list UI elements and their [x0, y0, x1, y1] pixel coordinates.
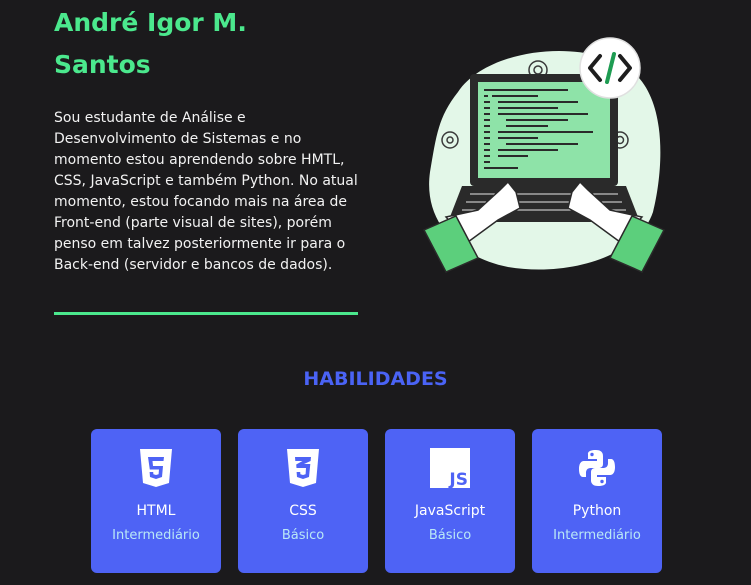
skills-list: HTML Intermediário CSS Básico JS JavaScr… [91, 429, 662, 573]
skill-name: CSS [289, 503, 317, 519]
skill-level: Intermediário [112, 528, 200, 543]
skill-name: JavaScript [414, 503, 486, 519]
profile-name: André Igor M. Santos [54, 8, 247, 79]
skill-name: Python [572, 503, 622, 519]
skill-card-javascript: JS JavaScript Básico [385, 429, 515, 573]
html5-icon [136, 447, 176, 489]
skill-card-html: HTML Intermediário [91, 429, 221, 573]
skill-card-python: Python Intermediário [532, 429, 662, 573]
skill-level: Básico [428, 528, 472, 543]
skill-level: Básico [281, 528, 325, 543]
section-divider [54, 312, 358, 315]
css3-icon [283, 447, 323, 489]
skill-card-css: CSS Básico [238, 429, 368, 573]
skill-level: Intermediário [553, 528, 641, 543]
skills-title: HABILIDADES [303, 368, 448, 390]
svg-text:JS: JS [448, 470, 468, 488]
skill-name: HTML [136, 503, 176, 519]
javascript-icon: JS [430, 447, 470, 489]
developer-laptop-illustration [422, 37, 666, 273]
python-icon [577, 447, 617, 489]
profile-bio: Sou estudante de Análise e Desenvolvimen… [54, 110, 358, 273]
